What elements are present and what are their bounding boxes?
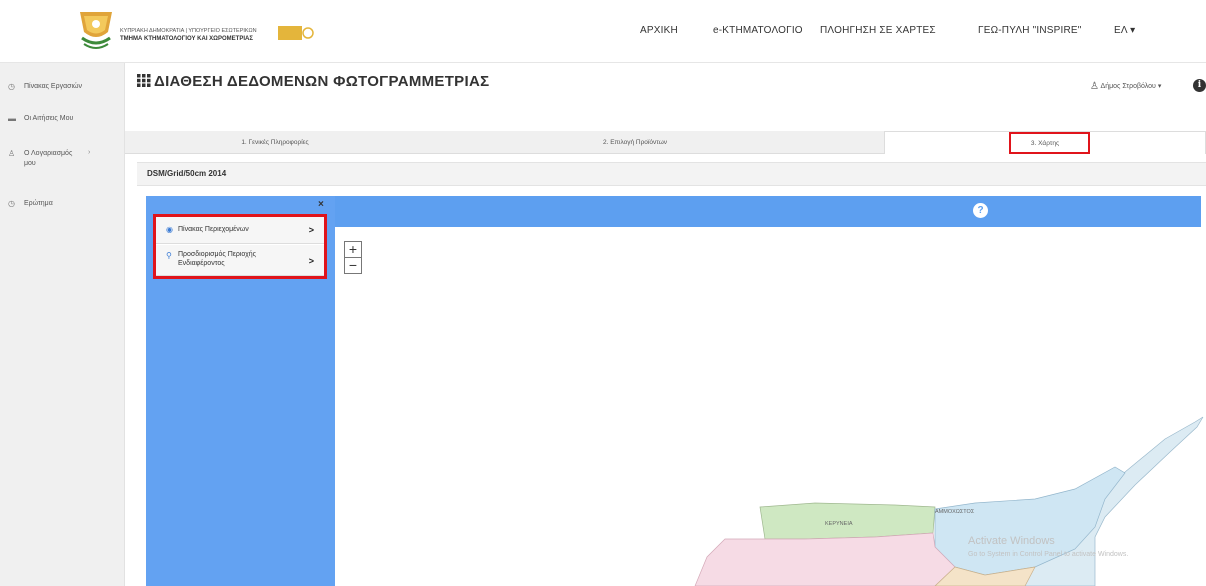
go-back-button[interactable]: ⊕ Επιστροφή Πίσω bbox=[670, 11, 731, 19]
region-label-kyrenia: ΚΕΡΥΝΕΙΑ bbox=[825, 521, 853, 527]
sidebar-item-label: Ο Λογαριασμός μου bbox=[24, 150, 73, 167]
dashboard-icon: ◷ bbox=[8, 82, 15, 91]
panel-menu-highlight: ◉ Πίνακας Περιεχομένων > ⚲ Προσδιορισμός… bbox=[153, 214, 327, 279]
user-menu[interactable]: ♙ Δήμος Στροβόλου ▾ bbox=[1090, 81, 1161, 92]
general-info-button[interactable]: ❶ Γενικές Πληροφορίες bbox=[356, 11, 429, 19]
tab-product-selection[interactable]: 2. Επιλογή Προϊόντων bbox=[485, 131, 785, 154]
top-header: ΚΥΠΡΙΑΚΗ ΔΗΜΟΚΡΑΤΙΑ | ΥΠΟΥΡΓΕΙΟ ΕΣΩΤΕΡΙΚ… bbox=[0, 0, 1206, 63]
sidebar-item-my-account[interactable]: ♙ Ο Λογαριασμός μου › bbox=[8, 149, 90, 169]
info-icon[interactable]: i bbox=[1193, 79, 1206, 92]
menu-item-label: Προσδιορισμός Περιοχής Ενδιαφέροντος bbox=[178, 251, 257, 267]
basemap-dropdown[interactable]: ☰ Υπόβαθρο ▾ bbox=[464, 11, 511, 19]
requests-icon: ▬ bbox=[8, 114, 16, 123]
zoom-in-button[interactable]: + Μεγέθυνση bbox=[541, 11, 582, 18]
nav-map-navigation[interactable]: ΠΛΟΗΓΗΣΗ ΣΕ ΧΑΡΤΕΣ bbox=[820, 25, 936, 36]
menu-item-table-of-contents[interactable]: ◉ Πίνακας Περιεχομένων > bbox=[156, 217, 324, 244]
user-icon: ♙ bbox=[1090, 81, 1099, 92]
tab-map-highlight bbox=[1009, 132, 1090, 154]
chevron-right-icon: › bbox=[88, 149, 91, 156]
grid-icon bbox=[137, 74, 151, 87]
cyprus-emblem-logo[interactable] bbox=[78, 8, 114, 50]
close-panel-icon[interactable]: × bbox=[318, 199, 324, 210]
department-name: ΚΥΠΡΙΑΚΗ ΔΗΜΟΚΡΑΤΙΑ | ΥΠΟΥΡΓΕΙΟ ΕΣΩΤΕΡΙΚ… bbox=[120, 27, 257, 43]
map-toolbar bbox=[335, 196, 1201, 227]
menu-item-label: Πίνακας Περιεχομένων bbox=[178, 226, 249, 233]
ministry-line: ΚΥΠΡΙΑΚΗ ΔΗΜΟΚΡΑΤΙΑ | ΥΠΟΥΡΓΕΙΟ ΕΣΩΤΕΡΙΚ… bbox=[120, 28, 257, 34]
help-icon[interactable]: ? bbox=[973, 203, 988, 218]
chevron-right-icon: > bbox=[308, 256, 314, 266]
identify-button[interactable]: ⓘ Αναγνώριση bbox=[750, 11, 797, 21]
menu-item-area-of-interest[interactable]: ⚲ Προσδιορισμός Περιοχής Ενδιαφέροντος > bbox=[156, 245, 324, 276]
region-famagusta bbox=[934, 466, 1126, 576]
zoom-out-button[interactable]: — Σμίκρυνση bbox=[602, 11, 644, 18]
nav-home[interactable]: ΑΡΧΙΚΗ bbox=[640, 25, 678, 36]
cyprus-map: ΚΕΡΥΝΕΙΑ ΑΜΜΟΧΩΣΤΟΣ bbox=[694, 416, 1204, 586]
sidebar-item-label: Οι Αιτήσεις Μου bbox=[24, 115, 74, 122]
nav-inspire-portal[interactable]: ΓΕΩ-ΠΥΛΗ "INSPIRE" bbox=[978, 25, 1082, 36]
sidebar-item-label: Ερώτημα bbox=[24, 200, 53, 207]
map-zoom-out-button[interactable]: − bbox=[344, 257, 362, 274]
watermark-line1: Activate Windows bbox=[968, 535, 1055, 547]
dataset-title: DSM/Grid/50cm 2014 bbox=[137, 162, 1206, 186]
region-nicosia bbox=[694, 532, 956, 586]
language-dropdown[interactable]: ΕΛ ▾ bbox=[1114, 25, 1135, 36]
sidebar: ◷ Πίνακας Εργασιών ▬ Οι Αιτήσεις Μου ♙ Ο… bbox=[0, 63, 125, 586]
region-label-famagusta: ΑΜΜΟΧΩΣΤΟΣ bbox=[935, 509, 975, 515]
page-title: ΔΙΑΘΕΣΗ ΔΕΔΟΜΕΝΩΝ ΦΩΤΟΓΡΑΜΜΕΤΡΙΑΣ bbox=[137, 73, 489, 90]
sidebar-item-dashboard[interactable]: ◷ Πίνακας Εργασιών bbox=[8, 82, 82, 92]
search-icon: ⚲ bbox=[166, 251, 172, 260]
map-zoom-in-button[interactable]: + bbox=[344, 241, 362, 258]
chevron-right-icon: > bbox=[308, 225, 314, 235]
sidebar-item-query[interactable]: ◷ Ερώτημα bbox=[8, 199, 53, 209]
sidebar-item-label: Πίνακας Εργασιών bbox=[24, 83, 82, 90]
nav-e-cadastre[interactable]: e-ΚΤΗΜΑΤΟΛΟΓΙΟ bbox=[713, 25, 803, 36]
tab-general-info[interactable]: 1. Γενικές Πληροφορίες bbox=[125, 131, 425, 154]
activate-windows-watermark: Activate Windows Go to System in Control… bbox=[968, 535, 1128, 558]
map-canvas[interactable]: ΚΕΡΥΝΕΙΑ ΑΜΜΟΧΩΣΤΟΣ bbox=[335, 227, 1206, 586]
user-name: Δήμος Στροβόλου ▾ bbox=[1100, 83, 1162, 90]
account-icon: ♙ bbox=[8, 149, 16, 158]
page-title-text: ΔΙΑΘΕΣΗ ΔΕΔΟΜΕΝΩΝ ΦΩΤΟΓΡΑΜΜΕΤΡΙΑΣ bbox=[154, 73, 490, 90]
sidebar-item-my-requests[interactable]: ▬ Οι Αιτήσεις Μου bbox=[8, 114, 73, 124]
print-button[interactable]: ⎙ Εκτύπωση bbox=[841, 11, 882, 19]
watermark-line2: Go to System in Control Panel to activat… bbox=[968, 551, 1129, 558]
cadastre-badge-logo bbox=[278, 26, 314, 40]
layers-icon: ◉ bbox=[166, 225, 173, 234]
measure-button[interactable]: ↕ Μέτρηση bbox=[910, 11, 943, 18]
question-icon: ◷ bbox=[8, 199, 15, 208]
department-line: ΤΜΗΜΑ ΚΤΗΜΑΤΟΛΟΓΙΟΥ ΚΑΙ ΧΩΡΟΜΕΤΡΙΑΣ bbox=[120, 36, 253, 42]
